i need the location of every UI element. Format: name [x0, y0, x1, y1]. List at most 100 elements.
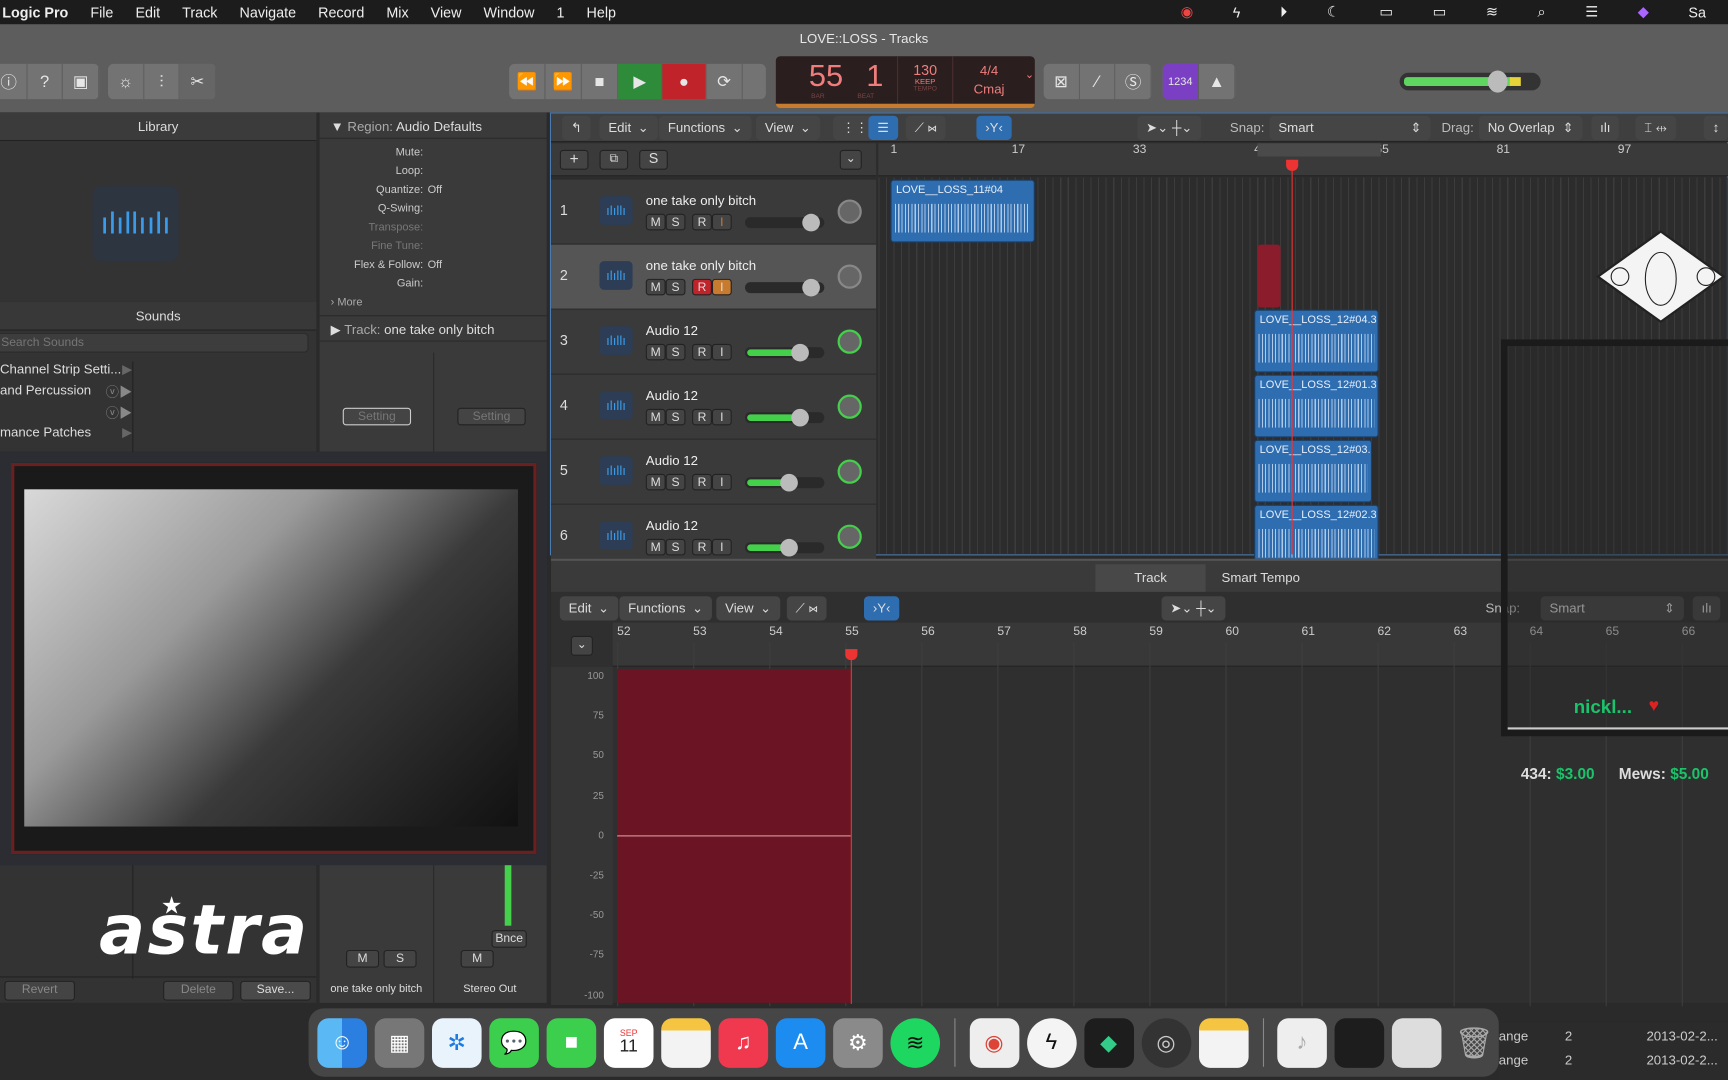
- bar-ruler[interactable]: 1173349658197: [878, 143, 1728, 177]
- scissors-icon[interactable]: ✂: [180, 63, 216, 100]
- pan-knob[interactable]: [837, 459, 862, 484]
- master-volume-slider[interactable]: [1399, 70, 1541, 93]
- mute-button[interactable]: M: [645, 408, 666, 426]
- menu-app[interactable]: Logic Pro: [2, 4, 68, 21]
- music-icon[interactable]: ♫: [718, 1017, 769, 1068]
- volume-slider[interactable]: [744, 213, 825, 232]
- volume-slider[interactable]: [744, 278, 825, 297]
- save-button[interactable]: Save...: [240, 980, 311, 1001]
- screen-record-icon[interactable]: ◉: [1181, 3, 1194, 21]
- green-app-icon[interactable]: ◆: [1083, 1017, 1134, 1068]
- solo-button[interactable]: S: [665, 213, 686, 231]
- volume-slider[interactable]: [744, 538, 825, 557]
- record-icon[interactable]: ●: [662, 63, 707, 100]
- toolbar-icon[interactable]: ▣: [63, 63, 100, 100]
- record-enable-button[interactable]: R: [692, 213, 712, 231]
- view-menu[interactable]: View ⌄: [755, 115, 820, 140]
- pan-knob[interactable]: [837, 394, 862, 419]
- siri-icon[interactable]: ◆: [1638, 3, 1649, 21]
- notes-icon[interactable]: [661, 1017, 711, 1068]
- volume-handle[interactable]: [791, 343, 809, 362]
- cycle-icon[interactable]: ⟳: [706, 63, 743, 100]
- pan-knob[interactable]: [837, 329, 862, 354]
- audio-region[interactable]: LOVE__LOSS_12#01.3: [1254, 374, 1380, 438]
- mute-button[interactable]: M: [645, 278, 666, 296]
- solo-button[interactable]: S: [665, 538, 686, 556]
- automation-icon[interactable]: ⟋ ⋈: [905, 115, 946, 140]
- trash-icon[interactable]: 🗑: [1449, 1018, 1499, 1068]
- info-icon[interactable]: ⓘ: [0, 63, 28, 100]
- volume-handle[interactable]: [780, 538, 799, 557]
- download-icon[interactable]: ⓥ▶: [106, 382, 132, 403]
- input-monitor-button[interactable]: I: [711, 538, 732, 556]
- lcd-chevron-icon[interactable]: ⌄: [1025, 69, 1034, 81]
- editor-playhead[interactable]: [845, 649, 858, 1004]
- menu-file[interactable]: File: [90, 4, 113, 21]
- snap-select[interactable]: Smart ⇕: [1269, 115, 1431, 140]
- setting-button[interactable]: Setting: [342, 407, 412, 426]
- editor-catch-icon[interactable]: ›Y‹: [863, 596, 900, 621]
- list-item[interactable]: ⓥ▶: [0, 403, 132, 424]
- record-enable-button[interactable]: R: [692, 343, 712, 361]
- stop-icon[interactable]: ■: [582, 63, 619, 100]
- volume-handle[interactable]: [780, 473, 799, 492]
- smart-controls-icon[interactable]: ☼: [108, 63, 145, 100]
- param-row[interactable]: Quantize: Off: [320, 181, 547, 200]
- param-row[interactable]: Fine Tune:: [320, 237, 547, 256]
- global-tracks-icon[interactable]: ⌄: [839, 149, 862, 170]
- audio-region[interactable]: LOVE__LOSS_12#03.: [1254, 439, 1372, 503]
- play-icon[interactable]: ▶: [618, 63, 663, 100]
- record-enable-button[interactable]: R: [692, 408, 712, 426]
- record-enable-button[interactable]: R: [692, 473, 712, 491]
- editor-functions-menu[interactable]: Functions ⌄: [619, 596, 713, 621]
- functions-menu[interactable]: Functions ⌄: [659, 115, 752, 140]
- shortcut-app-icon[interactable]: ϟ: [1026, 1017, 1077, 1068]
- spotify-icon[interactable]: ≋: [890, 1017, 941, 1068]
- menu-record[interactable]: Record: [318, 4, 364, 21]
- editor-edit-menu[interactable]: Edit ⌄: [559, 596, 618, 621]
- chrome-icon[interactable]: ◉: [969, 1017, 1019, 1068]
- mute-button[interactable]: M: [645, 343, 666, 361]
- solo-button[interactable]: S: [665, 408, 686, 426]
- logic-pro-icon[interactable]: ◎: [1141, 1017, 1191, 1068]
- music-folder-icon[interactable]: ♪: [1277, 1017, 1327, 1068]
- delete-button[interactable]: Delete: [163, 980, 234, 1001]
- facetime-icon[interactable]: ■: [546, 1017, 597, 1068]
- waveform-zoom-icon[interactable]: ılı: [1591, 115, 1620, 140]
- mute-button[interactable]: M: [645, 473, 666, 491]
- solo-button[interactable]: S: [665, 473, 686, 491]
- count-in-button[interactable]: 1234: [1162, 63, 1200, 100]
- rewind-icon[interactable]: ⏪: [509, 63, 546, 100]
- display-icon[interactable]: ▭: [1379, 3, 1393, 21]
- audio-region[interactable]: LOVE__LOSS_11#04: [890, 179, 1035, 243]
- track-row[interactable]: 2 ılıllı one take only bitch M S R I: [551, 244, 877, 310]
- record-enable-button[interactable]: R: [692, 278, 712, 296]
- tab-smart-tempo[interactable]: Smart Tempo: [1206, 564, 1316, 592]
- mixer-icon[interactable]: ⫶: [144, 63, 181, 100]
- replace-icon[interactable]: ⊠: [1044, 63, 1080, 100]
- volume-handle[interactable]: [791, 408, 809, 427]
- list-item[interactable]: Channel Strip Setti... ▶: [0, 361, 132, 382]
- solo-icon[interactable]: Ⓢ: [1116, 63, 1152, 100]
- fast-forward-icon[interactable]: ⏩: [546, 63, 582, 100]
- param-row[interactable]: Q-Swing:: [320, 199, 547, 218]
- volume-slider[interactable]: [744, 408, 825, 427]
- menu-edit[interactable]: Edit: [135, 4, 160, 21]
- pan-knob[interactable]: [837, 199, 862, 224]
- track-header[interactable]: ▶ Track: one take only bitch: [319, 315, 547, 342]
- editor-automation-icon[interactable]: ⟋ ⋈: [786, 596, 827, 621]
- volume-slider[interactable]: [744, 343, 825, 362]
- lcd-display[interactable]: 55 1 BAR BEAT 130 KEEP TEMPO 4/4 Cmaj ⌄: [775, 56, 1035, 108]
- recording-region[interactable]: [1257, 244, 1281, 308]
- pan-knob[interactable]: [837, 524, 862, 549]
- param-row[interactable]: Mute:: [320, 143, 547, 162]
- add-track-icon[interactable]: +: [559, 149, 589, 170]
- finder-icon[interactable]: ☺: [317, 1017, 367, 1068]
- safari-icon[interactable]: ✲: [431, 1017, 482, 1068]
- solo-button[interactable]: S: [665, 278, 686, 296]
- list-item[interactable]: and Percussion ⓥ▶: [0, 382, 132, 403]
- setting-button[interactable]: Setting: [457, 407, 526, 426]
- back-icon[interactable]: ↰: [562, 115, 591, 140]
- bounce-button[interactable]: Bnce: [491, 930, 527, 948]
- moon-icon[interactable]: ☾: [1327, 3, 1340, 21]
